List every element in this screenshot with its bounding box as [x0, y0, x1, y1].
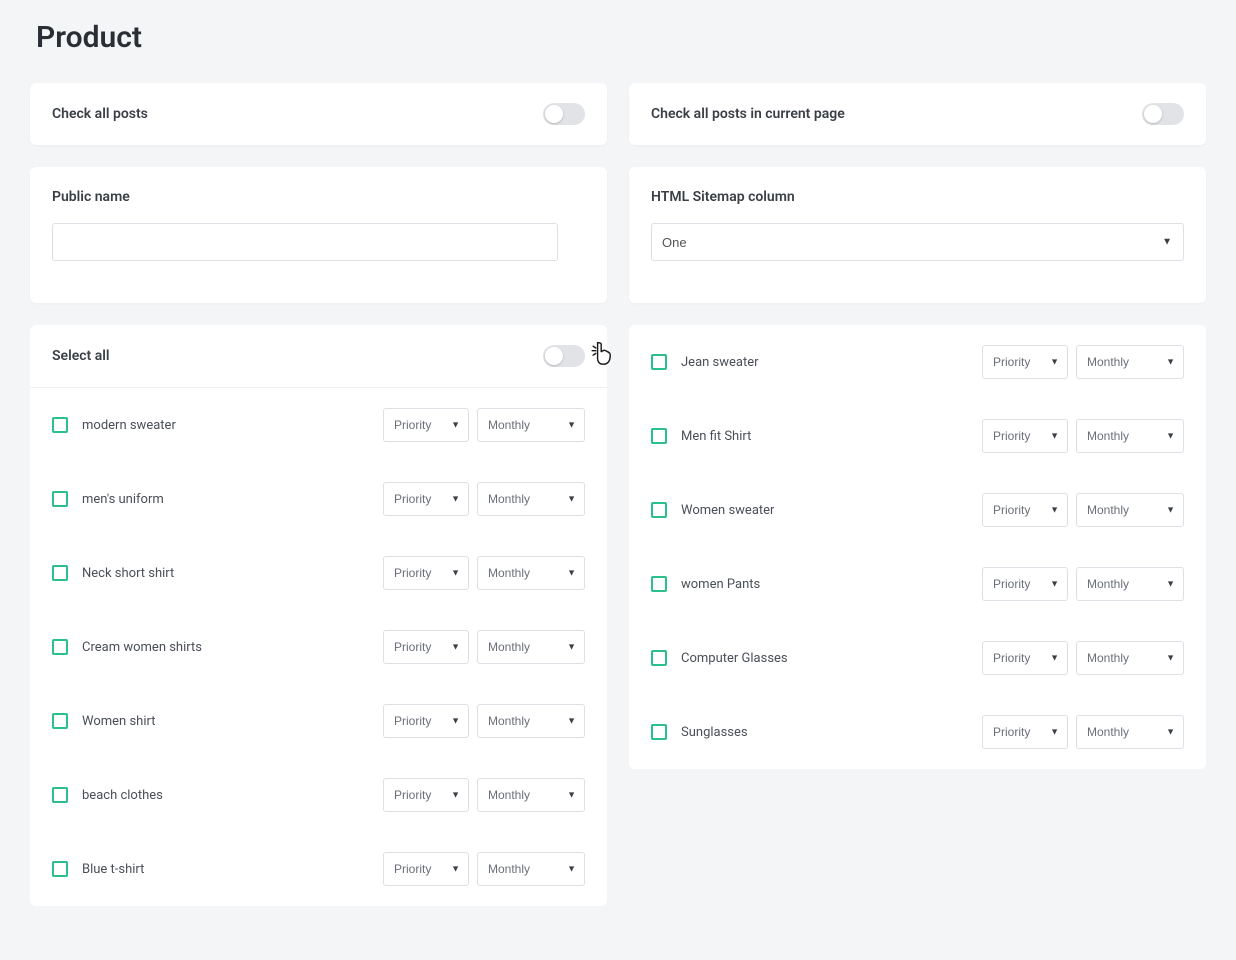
priority-select[interactable]: Priority — [383, 482, 469, 516]
product-row: Blue t-shirt PriorityMonthly — [30, 832, 607, 906]
priority-select[interactable]: Priority — [383, 778, 469, 812]
product-name: modern sweater — [82, 418, 176, 433]
product-row: Women sweater PriorityMonthly — [629, 473, 1206, 547]
check-all-current-page-card: Check all posts in current page — [629, 83, 1206, 145]
priority-select[interactable]: Priority — [982, 345, 1068, 379]
product-row: Jean sweater PriorityMonthly — [629, 325, 1206, 399]
frequency-select[interactable]: Monthly — [1076, 641, 1184, 675]
product-row: Cream women shirts PriorityMonthly — [30, 610, 607, 684]
product-checkbox[interactable] — [52, 639, 68, 655]
product-row: Sunglasses PriorityMonthly — [629, 695, 1206, 769]
product-list-left: modern sweaterPriorityMonthlymen's unifo… — [30, 388, 607, 906]
check-all-current-page-toggle[interactable] — [1142, 103, 1184, 125]
product-name: Computer Glasses — [681, 651, 788, 666]
cursor-pointer-icon — [588, 339, 618, 379]
product-name: Cream women shirts — [82, 640, 202, 655]
product-checkbox[interactable] — [52, 861, 68, 877]
select-all-card: Select all — [30, 325, 607, 388]
product-checkbox[interactable] — [52, 713, 68, 729]
check-all-posts-toggle[interactable] — [543, 103, 585, 125]
priority-select[interactable]: Priority — [383, 556, 469, 590]
product-row: women Pants PriorityMonthly — [629, 547, 1206, 621]
frequency-select[interactable]: Monthly — [477, 704, 585, 738]
select-all-label: Select all — [52, 348, 110, 364]
frequency-select[interactable]: Monthly — [477, 482, 585, 516]
public-name-label: Public name — [52, 189, 585, 205]
product-row: Men fit Shirt PriorityMonthly — [629, 399, 1206, 473]
product-row: Women shirt PriorityMonthly — [30, 684, 607, 758]
product-row: men's uniform PriorityMonthly — [30, 462, 607, 536]
sitemap-column-label: HTML Sitemap column — [651, 189, 1184, 205]
product-checkbox[interactable] — [52, 491, 68, 507]
sitemap-column-card: HTML Sitemap column One — [629, 167, 1206, 303]
frequency-select[interactable]: Monthly — [477, 852, 585, 886]
priority-select[interactable]: Priority — [982, 567, 1068, 601]
product-checkbox[interactable] — [651, 428, 667, 444]
product-row: beach clothes PriorityMonthly — [30, 758, 607, 832]
frequency-select[interactable]: Monthly — [477, 778, 585, 812]
check-all-posts-label: Check all posts — [52, 106, 148, 122]
product-name: Women shirt — [82, 714, 155, 729]
product-name: men's uniform — [82, 492, 164, 507]
frequency-select[interactable]: Monthly — [1076, 715, 1184, 749]
product-name: Jean sweater — [681, 355, 759, 370]
product-checkbox[interactable] — [651, 724, 667, 740]
product-checkbox[interactable] — [52, 417, 68, 433]
public-name-input[interactable] — [52, 223, 558, 261]
product-row: Neck short shirt PriorityMonthly — [30, 536, 607, 610]
product-column-right: Jean sweaterPriorityMonthlyMen fit Shirt… — [629, 325, 1206, 769]
product-checkbox[interactable] — [651, 650, 667, 666]
product-row: Computer Glasses PriorityMonthly — [629, 621, 1206, 695]
priority-select[interactable]: Priority — [383, 408, 469, 442]
product-checkbox[interactable] — [52, 565, 68, 581]
frequency-select[interactable]: Monthly — [477, 408, 585, 442]
frequency-select[interactable]: Monthly — [477, 556, 585, 590]
priority-select[interactable]: Priority — [982, 419, 1068, 453]
sitemap-column-select[interactable]: One — [651, 223, 1184, 261]
priority-select[interactable]: Priority — [383, 852, 469, 886]
priority-select[interactable]: Priority — [982, 493, 1068, 527]
product-column-left: Select all modern sweaterPriorityMonthly… — [30, 325, 607, 906]
select-all-toggle[interactable] — [543, 345, 585, 367]
frequency-select[interactable]: Monthly — [1076, 419, 1184, 453]
product-row: modern sweater PriorityMonthly — [30, 388, 607, 462]
frequency-select[interactable]: Monthly — [1076, 567, 1184, 601]
priority-select[interactable]: Priority — [383, 704, 469, 738]
product-checkbox[interactable] — [651, 502, 667, 518]
product-name: Neck short shirt — [82, 566, 174, 581]
product-list-right: Jean sweaterPriorityMonthlyMen fit Shirt… — [629, 325, 1206, 769]
product-checkbox[interactable] — [651, 354, 667, 370]
product-name: Sunglasses — [681, 725, 748, 740]
product-checkbox[interactable] — [651, 576, 667, 592]
priority-select[interactable]: Priority — [982, 641, 1068, 675]
check-all-current-page-label: Check all posts in current page — [651, 106, 845, 122]
priority-select[interactable]: Priority — [982, 715, 1068, 749]
product-checkbox[interactable] — [52, 787, 68, 803]
product-name: Blue t-shirt — [82, 862, 144, 877]
priority-select[interactable]: Priority — [383, 630, 469, 664]
product-name: beach clothes — [82, 788, 163, 803]
public-name-card: Public name — [30, 167, 607, 303]
check-all-posts-card: Check all posts — [30, 83, 607, 145]
product-name: Women sweater — [681, 503, 774, 518]
frequency-select[interactable]: Monthly — [1076, 493, 1184, 527]
page-title: Product — [36, 20, 1206, 55]
product-name: Men fit Shirt — [681, 429, 751, 444]
frequency-select[interactable]: Monthly — [1076, 345, 1184, 379]
product-name: women Pants — [681, 577, 760, 592]
frequency-select[interactable]: Monthly — [477, 630, 585, 664]
